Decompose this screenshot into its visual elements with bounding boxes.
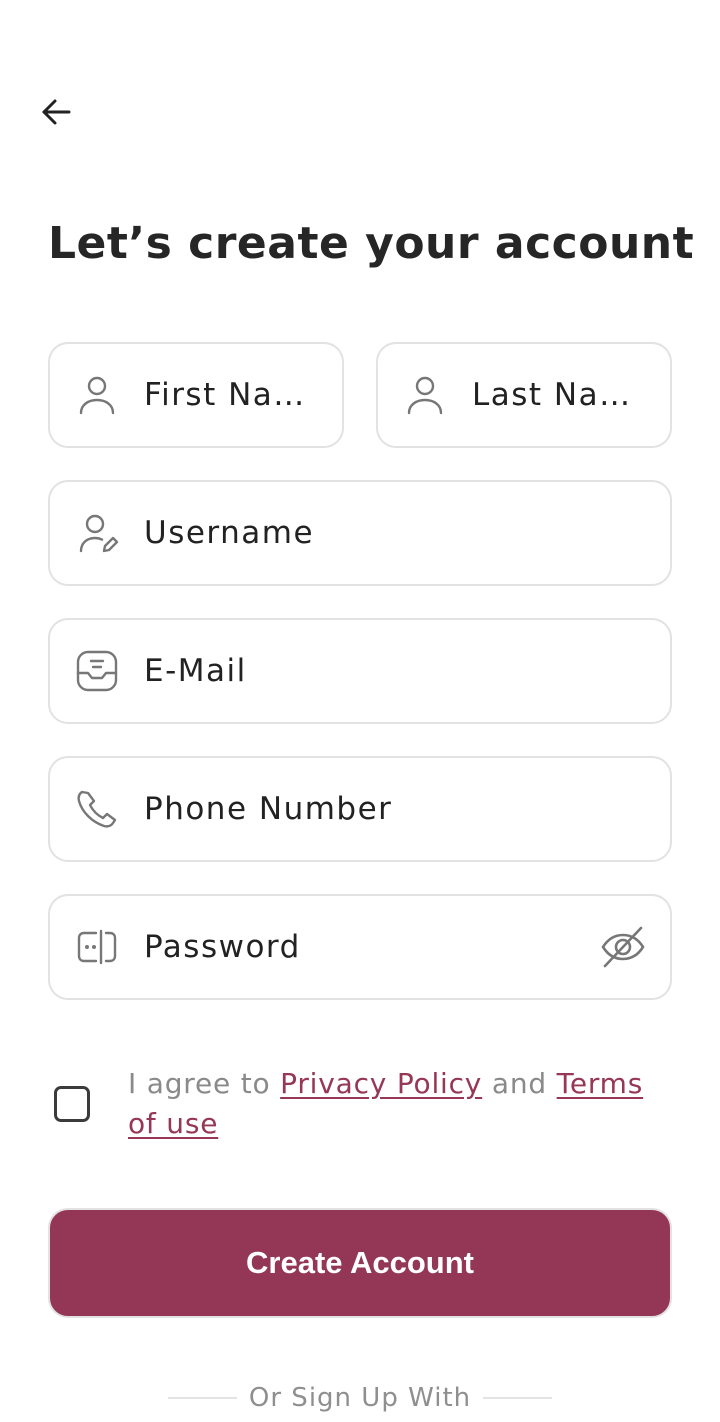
create-account-button[interactable]: Create Account	[48, 1208, 672, 1318]
inbox-icon	[74, 648, 120, 694]
first-name-input[interactable]	[144, 344, 324, 446]
agree-checkbox[interactable]	[54, 1086, 90, 1122]
email-input[interactable]	[144, 620, 646, 722]
email-field[interactable]	[48, 618, 672, 724]
divider-text: Or Sign Up With	[248, 1383, 472, 1413]
phone-icon	[74, 786, 120, 832]
last-name-input[interactable]	[472, 344, 652, 446]
user-icon	[402, 372, 448, 418]
agreement-prefix: I agree to	[128, 1067, 281, 1100]
phone-field[interactable]	[48, 756, 672, 862]
or-sign-up-divider: Or Sign Up With	[168, 1378, 553, 1418]
password-check-icon	[74, 924, 120, 970]
agreement-text: I agree to Privacy Policy and Terms of u…	[128, 1064, 668, 1144]
password-input[interactable]	[144, 896, 580, 998]
agreement-middle: and	[482, 1067, 557, 1100]
phone-input[interactable]	[144, 758, 646, 860]
privacy-policy-link[interactable]: Privacy Policy	[280, 1067, 482, 1100]
eye-slash-icon[interactable]	[598, 922, 648, 972]
user-edit-icon	[74, 510, 120, 556]
back-button[interactable]	[30, 88, 82, 136]
page-title: Let’s create your account	[48, 218, 695, 269]
password-field[interactable]	[48, 894, 672, 1000]
username-field[interactable]	[48, 480, 672, 586]
divider-line-right	[483, 1397, 553, 1399]
divider-line-left	[168, 1397, 237, 1399]
user-icon	[74, 372, 120, 418]
arrow-left-icon	[42, 99, 71, 125]
last-name-field[interactable]	[376, 342, 672, 448]
first-name-field[interactable]	[48, 342, 344, 448]
username-input[interactable]	[144, 482, 646, 584]
